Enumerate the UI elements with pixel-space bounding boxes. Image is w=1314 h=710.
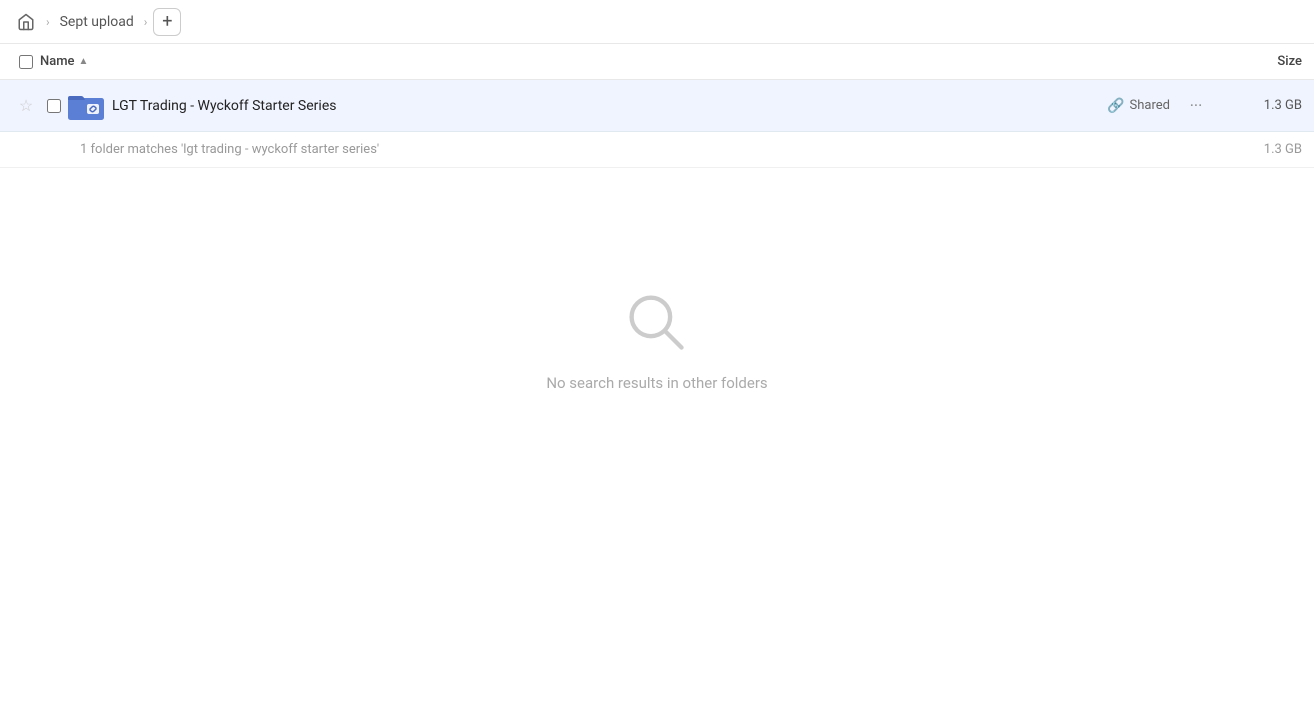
star-icon[interactable]: ☆ (19, 96, 33, 115)
shared-badge: 🔗 Shared (1107, 98, 1170, 114)
row-checkbox[interactable] (47, 99, 61, 113)
home-button[interactable] (12, 8, 40, 36)
folder-icon-wrap (68, 88, 104, 124)
empty-state: No search results in other folders (0, 168, 1314, 392)
more-icon: ··· (1190, 96, 1203, 115)
size-column-header[interactable]: Size (1222, 54, 1302, 69)
toolbar: › Sept upload › + (0, 0, 1314, 44)
match-size: 1.3 GB (1222, 142, 1302, 157)
match-info-row: 1 folder matches 'lgt trading - wyckoff … (0, 132, 1314, 168)
header-checkbox-area[interactable] (12, 55, 40, 69)
folder-icon (68, 91, 104, 121)
breadcrumb-sept-upload[interactable]: Sept upload (56, 12, 138, 32)
shared-label: Shared (1130, 98, 1170, 113)
no-results-icon (622, 288, 692, 358)
star-area[interactable]: ☆ (12, 96, 40, 115)
breadcrumb-chevron-2: › (144, 15, 148, 29)
file-size: 1.3 GB (1222, 98, 1302, 113)
file-row[interactable]: ☆ LGT Trading - Wyckoff Starter Series 🔗… (0, 80, 1314, 132)
no-results-text: No search results in other folders (546, 374, 767, 392)
sort-arrow-icon: ▲ (79, 56, 89, 67)
link-icon: 🔗 (1107, 98, 1124, 114)
add-button[interactable]: + (153, 8, 181, 36)
row-checkbox-area[interactable] (40, 99, 68, 113)
select-all-checkbox[interactable] (19, 55, 33, 69)
breadcrumb-chevron-1: › (46, 15, 50, 29)
match-text: 1 folder matches 'lgt trading - wyckoff … (80, 142, 1222, 157)
more-options-button[interactable]: ··· (1182, 92, 1210, 120)
file-name: LGT Trading - Wyckoff Starter Series (112, 98, 1107, 114)
name-column-label: Name (40, 54, 75, 69)
name-column-header[interactable]: Name ▲ (40, 54, 1222, 69)
column-headers: Name ▲ Size (0, 44, 1314, 80)
